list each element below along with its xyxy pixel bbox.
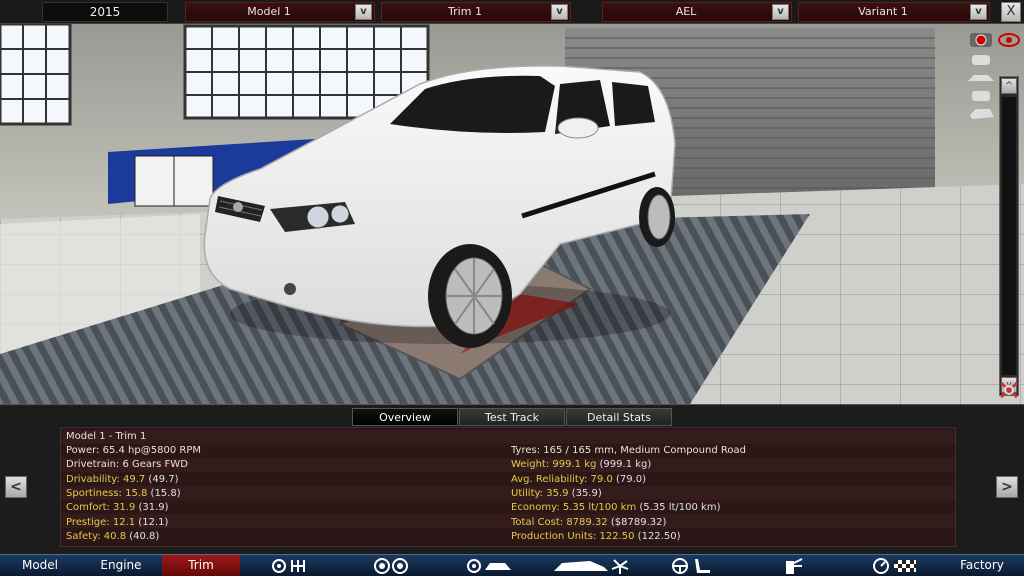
stat-label: Weight: 999.1 kg (511, 459, 597, 471)
car-body-icon (485, 563, 511, 570)
model-dropdown-label: Model 1 (247, 5, 291, 18)
stat-base-value: (5.35 lt/100 km) (636, 502, 721, 514)
stat-base-value: (79.0) (612, 473, 647, 485)
gauge-icon (873, 558, 889, 574)
stat-label: Comfort: 31.9 (66, 502, 136, 514)
wheel-icon (272, 559, 286, 573)
chevron-down-icon[interactable]: v (772, 4, 789, 20)
chevron-down-icon[interactable]: v (551, 4, 568, 20)
seat-icon (695, 559, 710, 573)
next-button[interactable]: > (996, 476, 1018, 498)
stat-label: Safety: 40.8 (66, 530, 127, 542)
tab-test-track[interactable]: Test Track (459, 408, 565, 426)
stat-label: Sportiness: 15.8 (66, 487, 148, 499)
fan-icon (611, 559, 629, 574)
steering-wheel-icon (672, 558, 688, 574)
tire-icon (392, 558, 408, 574)
nav-wheels[interactable] (372, 557, 412, 575)
stat-base-value: (12.1) (135, 516, 169, 528)
stats-table: Model 1 - Trim 1 Power: 65.4 hp@5800 RPM… (60, 427, 956, 547)
tab-detail-stats[interactable]: Detail Stats (566, 408, 672, 426)
stat-label: Prestige: 12.1 (66, 516, 136, 528)
nav-factory[interactable]: Factory (940, 555, 1024, 576)
nav-model[interactable]: Model (0, 555, 80, 576)
stat-row: Avg. Reliability: 79.0 (79.0) (511, 473, 646, 487)
stat-base-value: (35.9) (568, 487, 602, 499)
reset-view-icon[interactable] (997, 379, 1021, 401)
car-side-icon (968, 75, 994, 81)
model-dropdown[interactable]: Model 1 v (185, 2, 375, 22)
stat-row: Drivetrain: 6 Gears FWD (66, 458, 188, 472)
car-front-icon (972, 55, 990, 65)
close-button[interactable]: X (1001, 2, 1021, 22)
stat-row: Sportiness: 15.8 (15.8) (66, 487, 181, 501)
variant-dropdown-label: Variant 1 (858, 5, 908, 18)
nav-aero[interactable] (552, 557, 632, 575)
stat-row: Drivability: 49.7 (49.7) (66, 473, 179, 487)
tire-icon (374, 558, 390, 574)
spray-icon (786, 558, 803, 574)
checkered-flag-icon (894, 560, 916, 572)
scroll-up-button[interactable]: ^ (1001, 78, 1017, 94)
stat-row: Economy: 5.35 lt/100 km (5.35 lt/100 km) (511, 501, 720, 515)
nav-engine[interactable]: Engine (80, 555, 162, 576)
nav-trim[interactable]: Trim (162, 555, 240, 576)
car-rear-icon (972, 91, 990, 101)
stat-label: Production Units: 122.50 (511, 530, 635, 542)
year-display[interactable]: 2015 (42, 2, 168, 22)
stat-base-value: (40.8) (126, 530, 160, 542)
bottom-nav: Model Engine Trim Factory (0, 554, 1024, 576)
stat-label: Tyres: 165 / 165 mm, Medium Compound Roa… (511, 445, 746, 456)
car-side-icon (554, 561, 608, 571)
nav-body[interactable] (465, 557, 515, 575)
chevron-down-icon[interactable]: v (355, 4, 372, 20)
stat-row: Total Cost: 8789.32 ($8789.32) (511, 516, 666, 530)
chevron-down-icon[interactable]: v (970, 4, 987, 20)
stat-base-value: ($8789.32) (607, 516, 667, 528)
car-viewport[interactable]: ^ v (0, 24, 1024, 404)
stat-row: Production Units: 122.50 (122.50) (511, 530, 680, 544)
stat-label: Utility: 35.9 (511, 487, 569, 499)
stat-row: Weight: 999.1 kg (999.1 kg) (511, 458, 651, 472)
nav-chassis[interactable] (270, 557, 310, 575)
top-bar: 2015 Model 1 v Trim 1 v AEL v Variant 1 … (0, 0, 1024, 24)
garage-scene (0, 24, 1024, 404)
engine-dropdown-label: AEL (675, 5, 697, 18)
trim-dropdown[interactable]: Trim 1 v (381, 2, 571, 22)
stat-base-value: (49.7) (145, 473, 179, 485)
stat-label: Economy: 5.35 lt/100 km (511, 502, 637, 514)
camera-icon (970, 33, 992, 47)
stat-row: Safety: 40.8 (40.8) (66, 530, 159, 544)
gearbox-icon (291, 560, 305, 572)
eye-icon (998, 33, 1020, 47)
stat-row: Prestige: 12.1 (12.1) (66, 516, 168, 530)
nav-fixtures[interactable] (778, 557, 808, 575)
car-top-icon (970, 109, 994, 119)
stats-title: Model 1 - Trim 1 (66, 431, 147, 442)
stat-base-value: (999.1 kg) (596, 459, 652, 471)
nav-testing[interactable] (872, 557, 922, 575)
trim-dropdown-label: Trim 1 (448, 5, 482, 18)
engine-dropdown[interactable]: AEL v (602, 2, 792, 22)
nav-interior[interactable] (670, 557, 720, 575)
stat-base-value: (15.8) (147, 487, 181, 499)
stat-row: Tyres: 165 / 165 mm, Medium Compound Roa… (511, 444, 746, 458)
engine-bay-icon (467, 559, 481, 573)
stat-label: Drivetrain: 6 Gears FWD (66, 459, 188, 471)
stat-row: Utility: 35.9 (35.9) (511, 487, 602, 501)
stat-label: Drivability: 49.7 (66, 473, 146, 485)
stat-row: Comfort: 31.9 (31.9) (66, 501, 169, 515)
stat-row: Power: 65.4 hp@5800 RPM (66, 444, 201, 458)
prev-button[interactable]: < (5, 476, 27, 498)
stat-label: Total Cost: 8789.32 (511, 516, 608, 528)
stat-base-value: (122.50) (634, 530, 681, 542)
stat-base-value: (31.9) (135, 502, 169, 514)
scroll-track[interactable] (1002, 97, 1016, 375)
zoom-scrollbar[interactable]: ^ v (999, 76, 1019, 396)
tab-overview[interactable]: Overview (352, 408, 458, 426)
stat-label: Power: 65.4 hp@5800 RPM (66, 445, 201, 456)
stat-label: Avg. Reliability: 79.0 (511, 473, 613, 485)
variant-dropdown[interactable]: Variant 1 v (798, 2, 990, 22)
